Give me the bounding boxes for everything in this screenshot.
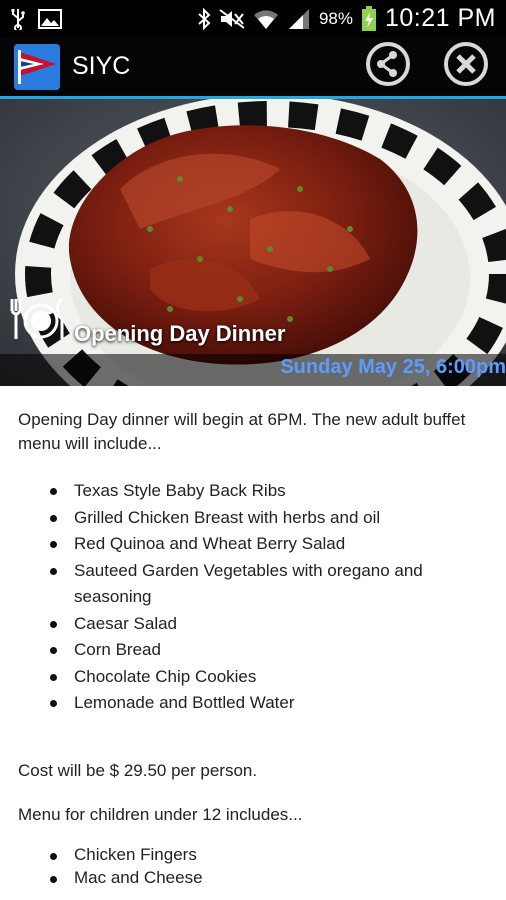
image-icon	[38, 8, 62, 29]
list-item: Chicken Fingers	[18, 843, 488, 866]
bluetooth-icon	[197, 7, 211, 30]
battery-charging-icon	[361, 5, 377, 32]
event-hero-image: Opening Day Dinner Sunday May 25, 6:00pm	[0, 99, 506, 386]
list-item: Chocolate Chip Cookies	[18, 664, 488, 691]
event-description: Opening Day dinner will begin at 6PM. Th…	[18, 408, 488, 889]
close-icon	[443, 41, 489, 92]
children-menu-list: Chicken Fingers Mac and Cheese	[18, 843, 488, 889]
usb-icon	[10, 8, 26, 30]
app-bar: SIYC	[0, 37, 506, 99]
close-button[interactable]	[442, 41, 490, 92]
clock: 10:21 PM	[384, 4, 496, 32]
cost-text: Cost will be $ 29.50 per person.	[18, 760, 258, 780]
list-item: Grilled Chicken Breast with herbs and oi…	[18, 505, 488, 532]
mute-icon	[219, 8, 245, 29]
event-date: Sunday May 25, 6:00pm	[280, 356, 506, 378]
share-button[interactable]	[364, 41, 412, 92]
list-item: Red Quinoa and Wheat Berry Salad	[18, 531, 488, 558]
share-icon	[365, 41, 411, 92]
event-title: Opening Day Dinner	[74, 321, 286, 346]
children-menu-intro: Menu for children under 12 includes...	[18, 804, 303, 824]
wifi-icon	[253, 8, 279, 30]
list-item: Texas Style Baby Back Ribs	[18, 478, 488, 505]
list-item: Corn Bread	[18, 637, 488, 664]
signal-icon	[287, 8, 311, 30]
battery-percent: 98%	[318, 8, 353, 28]
app-title: SIYC	[72, 52, 131, 80]
list-item: Sauteed Garden Vegetables with oregano a…	[18, 558, 488, 611]
list-item: Caesar Salad	[18, 611, 488, 638]
status-bar: 98% 10:21 PM	[0, 0, 506, 37]
list-item: Mac and Cheese	[18, 866, 488, 889]
adult-menu-list: Texas Style Baby Back Ribs Grilled Chick…	[18, 478, 488, 717]
list-item: Lemonade and Bottled Water	[18, 690, 488, 717]
app-logo	[14, 43, 60, 90]
intro-text: Opening Day dinner will begin at 6PM. Th…	[18, 410, 466, 453]
